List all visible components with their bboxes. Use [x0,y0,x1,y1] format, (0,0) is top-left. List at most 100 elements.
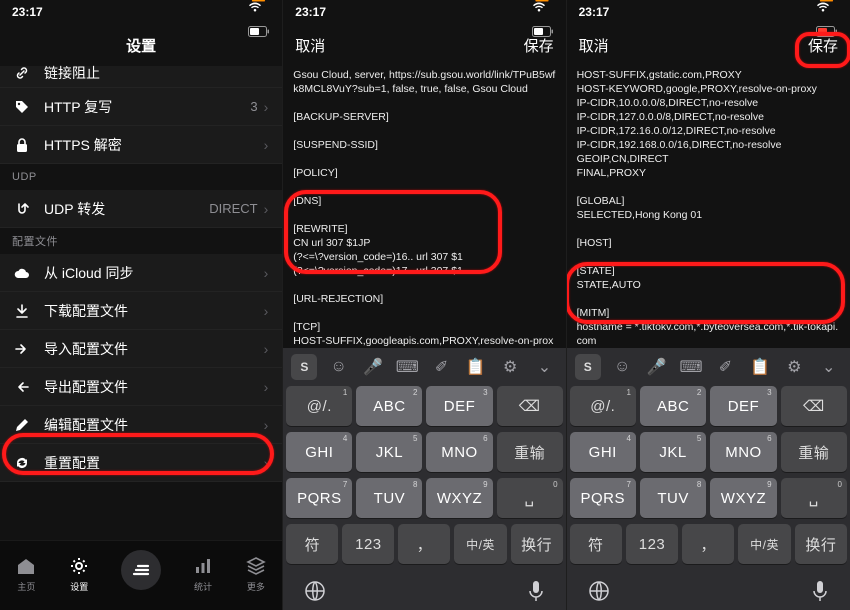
key-def[interactable]: 3DEF [710,386,776,426]
kb-tool-settings-icon[interactable]: ⚙ [497,354,523,380]
tab-stats[interactable]: 统计 [192,555,214,593]
keyboard: S ☺ 🎤 ⌨ ✐ 📋 ⚙ ⌄ 1@/. 2ABC 3DEF ⌫ 4GHI 5J… [567,348,850,610]
kb-tool-emoji-icon[interactable]: ☺ [609,354,635,380]
key-mno[interactable]: 6MNO [426,432,492,472]
cancel-button[interactable]: 取消 [295,35,325,56]
cancel-button[interactable]: 取消 [579,35,609,56]
key-punct[interactable]: 1@/. [570,386,636,426]
key-return[interactable]: 换行 [795,524,847,564]
download-icon [12,301,32,321]
kb-tool-mic-icon[interactable]: 🎤 [360,354,386,380]
wifi-icon [248,2,270,12]
row-badge: 3 [250,99,257,114]
globe-icon[interactable] [587,579,611,603]
keyboard: S ☺ 🎤 ⌨ ✐ 📋 ⚙ ⌄ 1@/. 2ABC 3DEF ⌫ 4GHI 5J… [283,348,565,610]
row-label: UDP 转发 [44,199,209,219]
import-icon [12,339,32,359]
key-ghi[interactable]: 4GHI [286,432,352,472]
nav-bar: 取消 保存 [567,24,850,66]
key-wxyz[interactable]: 9WXYZ [426,478,492,518]
config-editor[interactable]: HOST-SUFFIX,gstatic.com,PROXY HOST-KEYWO… [567,66,850,348]
row-label: 导出配置文件 [44,377,264,397]
row-label: 从 iCloud 同步 [44,263,264,283]
key-space[interactable]: 0␣ [497,478,563,518]
mic-icon[interactable] [810,579,830,603]
kb-tool-keyboard-icon[interactable]: ⌨ [678,354,704,380]
key-wxyz[interactable]: 9WXYZ [710,478,776,518]
config-editor[interactable]: Gsou Cloud, server, https://sub.gsou.wor… [283,66,565,348]
kb-tool-logo[interactable]: S [575,354,601,380]
tab-more[interactable]: 更多 [245,555,267,593]
kb-tool-logo[interactable]: S [291,354,317,380]
key-punct[interactable]: 1@/. [286,386,352,426]
key-tuv[interactable]: 8TUV [356,478,422,518]
row-reset-config[interactable]: 重置配置 › [0,444,282,482]
tab-bar: 主页 设置 统计 更多 [0,540,282,610]
row-label: 编辑配置文件 [44,415,264,435]
save-button[interactable]: 保存 [808,35,838,56]
row-import-config[interactable]: 导入配置文件 › [0,330,282,368]
row-download-config[interactable]: 下载配置文件 › [0,292,282,330]
tab-label: 主页 [17,580,35,593]
kb-tool-handwrite-icon[interactable]: ✐ [429,354,455,380]
key-ghi[interactable]: 4GHI [570,432,636,472]
key-comma[interactable]: ， [682,524,734,564]
key-retype[interactable]: 重输 [781,432,847,472]
kb-tool-handwrite-icon[interactable]: ✐ [712,354,738,380]
row-http-rewrite[interactable]: HTTP 复写 3 › [0,88,282,126]
kb-tool-settings-icon[interactable]: ⚙ [781,354,807,380]
key-lang[interactable]: 中/英 [454,524,506,564]
row-link-block[interactable]: 链接阻止 [0,66,282,88]
key-symbol[interactable]: 符 [570,524,622,564]
row-udp-forward[interactable]: UDP 转发 DIRECT › [0,190,282,228]
key-tuv[interactable]: 8TUV [640,478,706,518]
globe-icon[interactable] [303,579,327,603]
kb-tool-keyboard-icon[interactable]: ⌨ [394,354,420,380]
tab-center[interactable] [121,550,161,590]
status-bar: 23:17 📶 [283,0,565,24]
key-abc[interactable]: 2ABC [640,386,706,426]
key-return[interactable]: 换行 [511,524,563,564]
mic-icon[interactable] [526,579,546,603]
key-backspace[interactable]: ⌫ [497,386,563,426]
key-retype[interactable]: 重输 [497,432,563,472]
row-https-decrypt[interactable]: HTTPS 解密 › [0,126,282,164]
tab-home[interactable]: 主页 [15,555,37,593]
key-space[interactable]: 0␣ [781,478,847,518]
kb-tool-collapse-icon[interactable]: ⌄ [816,354,842,380]
chevron-right-icon: › [264,417,269,433]
key-pqrs[interactable]: 7PQRS [286,478,352,518]
row-icloud-sync[interactable]: 从 iCloud 同步 › [0,254,282,292]
status-time: 23:17 [295,5,326,19]
chevron-right-icon: › [264,379,269,395]
kb-tool-mic-icon[interactable]: 🎤 [644,354,670,380]
link-icon [12,63,32,83]
key-abc[interactable]: 2ABC [356,386,422,426]
key-def[interactable]: 3DEF [426,386,492,426]
kb-tool-emoji-icon[interactable]: ☺ [326,354,352,380]
kb-tool-clipboard-icon[interactable]: 📋 [463,354,489,380]
row-edit-config[interactable]: 编辑配置文件 › [0,406,282,444]
key-pqrs[interactable]: 7PQRS [570,478,636,518]
chevron-right-icon: › [264,265,269,281]
key-jkl[interactable]: 5JKL [640,432,706,472]
status-icons: 📶 [248,0,270,37]
settings-list: 链接阻止 HTTP 复写 3 › HTTPS 解密 › UDP UDP 转发 D… [0,66,282,482]
row-export-config[interactable]: 导出配置文件 › [0,368,282,406]
key-backspace[interactable]: ⌫ [781,386,847,426]
key-123[interactable]: 123 [626,524,678,564]
tab-settings[interactable]: 设置 [68,555,90,593]
key-lang[interactable]: 中/英 [738,524,790,564]
key-comma[interactable]: ， [398,524,450,564]
key-jkl[interactable]: 5JKL [356,432,422,472]
status-bar: 23:17 📶 [0,0,282,24]
save-button[interactable]: 保存 [524,35,554,56]
row-label: 下载配置文件 [44,301,264,321]
kb-tool-clipboard-icon[interactable]: 📋 [747,354,773,380]
kb-tool-collapse-icon[interactable]: ⌄ [531,354,557,380]
tab-label: 设置 [70,580,88,593]
key-symbol[interactable]: 符 [286,524,338,564]
key-mno[interactable]: 6MNO [710,432,776,472]
key-123[interactable]: 123 [342,524,394,564]
status-time: 23:17 [12,5,43,19]
